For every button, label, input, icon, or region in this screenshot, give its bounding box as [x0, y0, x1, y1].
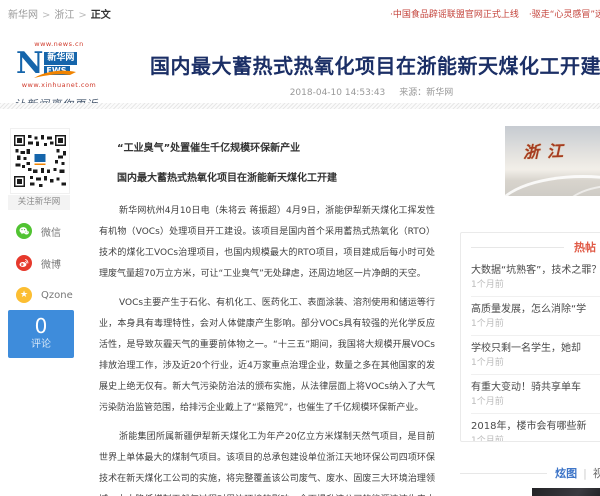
- hot-post-title: 高质量发展，怎么消除“学: [471, 302, 600, 317]
- hot-posts-header: 热帖: [471, 236, 600, 258]
- breadcrumb-home[interactable]: 新华网: [8, 10, 38, 21]
- hot-post-item[interactable]: 学校只剩一名学生，她却 1个月前: [471, 336, 600, 375]
- qzone-star-icon: ★: [16, 287, 32, 303]
- source-name[interactable]: 新华网: [426, 88, 453, 98]
- breadcrumb-current: 正文: [91, 10, 111, 21]
- hot-post-item[interactable]: 有重大变动！骑共享单车 1个月前: [471, 375, 600, 414]
- logo-swoosh-icon: [32, 67, 78, 81]
- tab-separator: |: [583, 467, 587, 480]
- share-qzone-button[interactable]: ★ Qzone: [16, 286, 73, 304]
- hot-post-title: 大数据“坑熟客”，技术之罪？: [471, 263, 600, 278]
- article-subtitle-1: “工业臭气”处置催生千亿规模环保新产业: [99, 141, 435, 156]
- hot-post-time: 1个月前: [471, 278, 600, 292]
- page-title: 国内最大蓄热式热氧化项目在浙能新天煤化工开建: [150, 50, 600, 79]
- xinhuanet-logo[interactable]: www.news.cn N 新华网 EWS www.xinhuanet.com …: [14, 40, 104, 112]
- banner-calligraphy-text: 浙江: [523, 137, 572, 163]
- tab-gallery[interactable]: 炫图: [555, 467, 577, 480]
- hot-post-time: 1个月前: [471, 356, 600, 370]
- article-paragraph: 新华网杭州4月10日电（朱将云 蒋振超）4月9日，浙能伊犁新天煤化工挥发性有机物…: [99, 201, 435, 285]
- hot-post-title: 学校只剩一名学生，她却: [471, 341, 600, 356]
- comment-count: 0: [8, 314, 74, 338]
- gallery-panel: 炫图 | 视频: [460, 455, 600, 496]
- dateline: 2018-04-10 14:53:43 来源：新华网: [150, 85, 593, 98]
- hot-post-time: 1个月前: [471, 434, 600, 442]
- comment-label: 评论: [8, 338, 74, 351]
- page: 新华网 > 浙江 > 正文 ·中国食品辟谣联盟官网正式上线 ·驱走“心灵感冒”远离抑郁焦虑…: [0, 0, 600, 496]
- qr-code: [10, 128, 70, 194]
- gallery-thumbnail-image[interactable]: [532, 488, 600, 496]
- article-paragraph: VOCs主要产生于石化、有机化工、医药化工、表面涂装、溶剂使用和储运等行业，本身…: [99, 293, 435, 419]
- header-rule: [460, 473, 547, 474]
- breadcrumb-zhejiang[interactable]: 浙江: [54, 10, 74, 21]
- breadcrumb-separator: >: [78, 10, 86, 21]
- wechat-icon: [16, 223, 32, 239]
- weibo-icon: [16, 255, 32, 271]
- comment-count-button[interactable]: 0 评论: [8, 310, 74, 358]
- header-rule: [471, 247, 564, 248]
- source-label: 来源：: [399, 88, 426, 98]
- logo-url-bottom: www.xinhuanet.com: [14, 81, 104, 89]
- hot-post-title: 有重大变动！骑共享单车: [471, 380, 600, 395]
- breadcrumb: 新华网 > 浙江 > 正文: [8, 6, 111, 21]
- top-news-link[interactable]: ·驱走“心灵感冒”远离抑郁焦虑: [529, 10, 600, 20]
- share-wechat-label: 微信: [41, 224, 61, 239]
- tab-video[interactable]: 视频: [593, 467, 600, 480]
- article-paragraph: 浙能集团所属新疆伊犁新天煤化工为年产20亿立方米煤制天然气项目，是目前世界上单体…: [99, 427, 435, 496]
- publish-time: 2018-04-10 14:53:43: [290, 88, 386, 98]
- hot-post-title: 2018年，楼市会有哪些新: [471, 419, 600, 434]
- gallery-header: 炫图 | 视频: [460, 465, 600, 481]
- share-qzone-label: Qzone: [41, 290, 73, 301]
- article-body: “工业臭气”处置催生千亿规模环保新产业 国内最大蓄热式热氧化项目在浙能新天煤化工…: [99, 141, 435, 496]
- zhejiang-banner-image[interactable]: 浙江: [505, 126, 600, 196]
- article-subtitle-2: 国内最大蓄热式热氧化项目在浙能新天煤化工开建: [99, 171, 435, 186]
- hot-post-item[interactable]: 2018年，楼市会有哪些新 1个月前: [471, 414, 600, 442]
- hatched-divider: [0, 103, 600, 109]
- logo-cn-text: 新华网: [44, 52, 77, 65]
- top-news-link[interactable]: ·中国食品辟谣联盟官网正式上线: [390, 10, 519, 20]
- share-wechat-button[interactable]: 微信: [16, 222, 61, 240]
- share-weibo-button[interactable]: 微博: [16, 254, 61, 272]
- qr-code-image: [14, 135, 66, 187]
- breadcrumb-separator: >: [42, 10, 50, 21]
- hot-post-time: 1个月前: [471, 317, 600, 331]
- hot-posts-panel: 热帖 大数据“坑熟客”，技术之罪？ 1个月前 高质量发展，怎么消除“学 1个月前…: [460, 232, 600, 442]
- top-news-links: ·中国食品辟谣联盟官网正式上线 ·驱走“心灵感冒”远离抑郁焦虑: [390, 7, 600, 20]
- logo-mark: N 新华网 EWS: [16, 49, 104, 81]
- hot-post-item[interactable]: 高质量发展，怎么消除“学 1个月前: [471, 297, 600, 336]
- share-weibo-label: 微博: [41, 256, 61, 271]
- qr-caption: 关注新华网: [8, 195, 70, 210]
- hot-post-time: 1个月前: [471, 395, 600, 409]
- hot-posts-title: 热帖: [574, 239, 596, 255]
- hot-post-item[interactable]: 大数据“坑熟客”，技术之罪？ 1个月前: [471, 258, 600, 297]
